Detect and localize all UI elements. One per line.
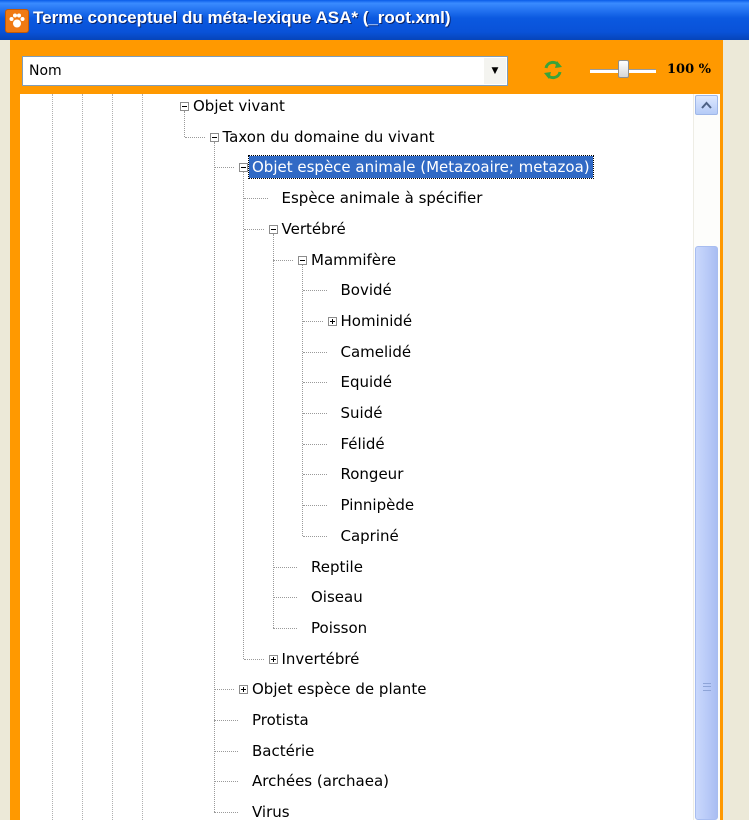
tree-connector-line <box>273 627 297 629</box>
tree-connector-line <box>302 351 327 353</box>
collapse-minus-icon[interactable] <box>180 102 189 111</box>
expand-plus-icon[interactable] <box>239 685 248 695</box>
tree-node-label[interactable]: Objet vivant <box>193 95 285 117</box>
tree-node-label[interactable]: Invertébré <box>282 648 360 670</box>
tree-view[interactable]: Objet vivant Taxon du domaine du vivant Ob… <box>20 94 693 820</box>
tree-node-label[interactable]: Equidé <box>341 371 392 393</box>
tree-node[interactable]: Objet espèce de plante <box>20 678 693 702</box>
tree-node-label[interactable]: Félidé <box>341 433 385 455</box>
toolbar: Nom ▼ 100 % <box>10 40 723 94</box>
tree-node[interactable]: Archées (archaea) <box>20 770 693 794</box>
tree-node[interactable]: Camelidé <box>20 341 693 365</box>
tree-node-label[interactable]: Capriné <box>341 525 399 547</box>
field-select-combobox[interactable]: Nom ▼ <box>22 56 508 86</box>
tree-node-label[interactable]: Mammifère <box>311 249 396 271</box>
tree-node[interactable]: Vertébré <box>20 218 693 242</box>
tree-node[interactable]: Invertébré <box>20 648 693 672</box>
tree-node[interactable]: Bactérie <box>20 740 693 764</box>
tree-connector-line <box>184 136 205 138</box>
refresh-icon[interactable] <box>540 57 566 83</box>
collapse-minus-icon[interactable] <box>268 224 278 234</box>
tree-node-label[interactable]: Poisson <box>311 617 367 639</box>
tree-node[interactable]: Bovidé <box>20 279 693 303</box>
tree-node-label[interactable]: Rongeur <box>341 463 404 485</box>
tree-node-label[interactable]: Espèce animale à spécifier <box>282 187 483 209</box>
tree-connector-line <box>214 720 238 721</box>
vertical-scrollbar[interactable] <box>693 94 720 820</box>
tree-connector-line <box>302 320 323 322</box>
tree-node-label[interactable]: Bactérie <box>252 740 314 762</box>
tree-node[interactable]: Reptile <box>20 556 693 580</box>
tree-node[interactable]: Capriné <box>20 525 693 549</box>
tree-node[interactable]: Objet vivant <box>20 95 693 119</box>
tree-connector-line <box>302 290 327 292</box>
zoom-slider[interactable] <box>590 60 656 80</box>
paw-icon <box>5 9 29 33</box>
tree-node-label[interactable]: Objet espèce animale (Metazoaire; metazo… <box>248 155 594 180</box>
tree-node[interactable]: Mammifère <box>20 249 693 273</box>
tree-node-label[interactable]: Objet espèce de plante <box>252 678 426 700</box>
tree-connector-line <box>302 382 327 384</box>
tree-node-label[interactable]: Camelidé <box>341 341 412 363</box>
tree-node[interactable]: Oiseau <box>20 586 693 610</box>
tree-connector-line <box>302 505 327 507</box>
tree-node[interactable]: Suidé <box>20 402 693 426</box>
tree-connector-line <box>243 228 264 230</box>
scroll-up-icon[interactable] <box>695 95 718 115</box>
tree-node[interactable]: Hominidé <box>20 310 693 334</box>
tree-node[interactable]: Poisson <box>20 617 693 641</box>
collapse-minus-icon[interactable] <box>298 255 307 265</box>
tree-node-label[interactable]: Bovidé <box>341 279 392 301</box>
tree-node-label[interactable]: Virus <box>252 801 290 820</box>
grip-icon <box>703 683 711 691</box>
tree-node[interactable]: Rongeur <box>20 463 693 487</box>
collapse-minus-icon[interactable] <box>209 132 219 142</box>
window-title: Terme conceptuel du méta-lexique ASA* (_… <box>33 8 451 27</box>
tree-node-label[interactable]: Pinnipède <box>341 494 415 516</box>
tree-connector-line <box>214 750 238 752</box>
tree-node-label[interactable]: Reptile <box>311 556 363 578</box>
tree-node-label[interactable]: Hominidé <box>341 310 413 332</box>
tree-node[interactable]: Protista <box>20 709 693 733</box>
tree-node[interactable]: Taxon du domaine du vivant <box>20 126 693 150</box>
tree-node-label[interactable]: Oiseau <box>311 586 363 608</box>
tree-connector-line <box>302 413 327 414</box>
expand-plus-icon[interactable] <box>327 316 337 326</box>
tree-connector-line <box>302 535 327 537</box>
collapse-minus-icon[interactable] <box>239 163 248 173</box>
tree-node-label[interactable]: Suidé <box>341 402 383 424</box>
tree-node-label[interactable]: Archées (archaea) <box>252 770 389 792</box>
window-background-strip <box>723 40 749 820</box>
tree-node[interactable]: Félidé <box>20 433 693 457</box>
tree-node[interactable]: Pinnipède <box>20 494 693 518</box>
tree-connector-line <box>214 689 234 691</box>
zoom-level: 100 % <box>667 62 712 77</box>
tree-node[interactable]: Objet espèce animale (Metazoaire; metazo… <box>20 155 693 180</box>
tree-connector-line <box>302 474 327 476</box>
tree-node[interactable]: Virus <box>20 801 693 820</box>
tree-connector-line <box>214 167 234 169</box>
expand-plus-icon[interactable] <box>268 654 278 664</box>
tree-node-label[interactable]: Vertébré <box>282 218 346 240</box>
tree-connector-line <box>243 658 264 660</box>
tree-connector-line <box>214 812 238 814</box>
combo-selected-value: Nom <box>29 63 62 79</box>
tree-connector-line <box>273 259 293 261</box>
tree-connector-line <box>273 597 297 599</box>
tree-node[interactable]: Equidé <box>20 371 693 395</box>
zoom-thumb[interactable] <box>618 60 629 78</box>
tree-connector-line <box>214 781 238 783</box>
window-titlebar[interactable]: Terme conceptuel du méta-lexique ASA* (_… <box>0 0 749 40</box>
tree-connector-line <box>302 443 327 445</box>
tree-node-label[interactable]: Taxon du domaine du vivant <box>223 126 435 148</box>
chevron-down-icon[interactable]: ▼ <box>484 58 506 84</box>
tree-node-label[interactable]: Protista <box>252 709 309 731</box>
tree-connector-line <box>273 566 297 568</box>
tree-node[interactable]: Espèce animale à spécifier <box>20 187 693 211</box>
scrollbar-thumb[interactable] <box>695 246 718 820</box>
tree-connector-line <box>243 198 268 200</box>
